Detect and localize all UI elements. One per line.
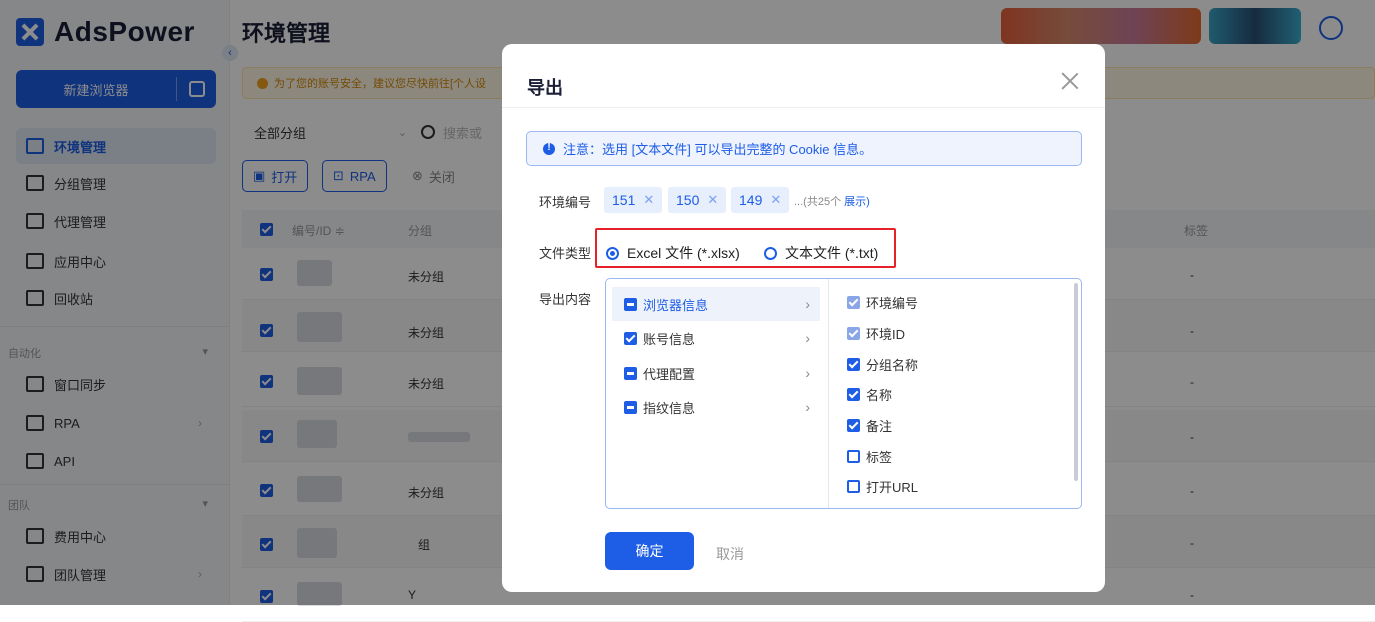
filetype-label: 文件类型: [539, 246, 592, 261]
content-label: 导出内容: [539, 292, 592, 307]
category-fingerprint-info[interactable]: 指纹信息 ›: [612, 390, 820, 424]
divider: [502, 107, 1105, 108]
option-label: 标签: [866, 450, 893, 465]
category-label: 代理配置: [643, 366, 696, 382]
checkbox-indeterminate[interactable]: [624, 297, 637, 311]
env-tag: 149 ✕: [731, 187, 790, 213]
checkbox-checked[interactable]: [624, 331, 637, 345]
export-content-panel: 浏览器信息 › 账号信息 › 代理配置 › 指纹信息 › 环境编号 环境ID 分…: [605, 278, 1082, 509]
cancel-button[interactable]: 取消: [716, 544, 744, 564]
export-dialog: 导出 注意：选用 [文本文件] 可以导出完整的 Cookie 信息。 环境编号 …: [502, 44, 1105, 592]
option-tags[interactable]: 标签: [847, 447, 892, 466]
close-icon[interactable]: [1059, 70, 1081, 92]
show-all-link[interactable]: 展示): [844, 196, 870, 208]
category-proxy-config[interactable]: 代理配置 ›: [612, 356, 820, 390]
env-tag: 151 ✕: [604, 187, 663, 213]
env-tag-text: 151: [612, 192, 636, 208]
option-env-id: 环境ID: [847, 324, 905, 343]
chevron-right-icon: ›: [805, 330, 810, 346]
remove-tag-icon[interactable]: ✕: [643, 192, 654, 208]
chevron-right-icon: ›: [805, 296, 810, 312]
checkbox-unchecked[interactable]: [847, 480, 860, 493]
env-tag-text: 149: [739, 192, 763, 208]
checkbox-unchecked[interactable]: [847, 450, 860, 463]
option-env-number: 环境编号: [847, 293, 918, 312]
divider: [828, 279, 829, 508]
remove-tag-icon[interactable]: ✕: [770, 192, 781, 208]
checkbox-checked[interactable]: [847, 388, 860, 401]
env-more-text: ...(共25个 展示): [794, 193, 870, 209]
category-label: 浏览器信息: [643, 297, 709, 313]
option-label: 名称: [866, 388, 893, 403]
option-name[interactable]: 名称: [847, 385, 892, 404]
option-remark[interactable]: 备注: [847, 416, 892, 435]
chevron-right-icon: ›: [805, 399, 810, 415]
radio-txt[interactable]: 文本文件 (*.txt): [764, 243, 878, 263]
checkbox-disabled-checked: [847, 327, 860, 340]
remove-tag-icon[interactable]: ✕: [707, 192, 718, 208]
category-browser-info[interactable]: 浏览器信息 ›: [612, 287, 820, 321]
confirm-button[interactable]: 确定: [605, 532, 694, 570]
checkbox-checked[interactable]: [847, 358, 860, 371]
info-text: 注意：选用 [文本文件] 可以导出完整的 Cookie 信息。: [563, 142, 873, 157]
option-open-url[interactable]: 打开URL: [847, 477, 918, 496]
cookie-info-banner: 注意：选用 [文本文件] 可以导出完整的 Cookie 信息。: [526, 131, 1082, 166]
option-group-name[interactable]: 分组名称: [847, 355, 918, 374]
checkbox-disabled-checked: [847, 296, 860, 309]
option-label: 分组名称: [866, 358, 919, 373]
info-icon: [543, 142, 555, 155]
env-tag-text: 150: [676, 192, 700, 208]
checkbox-checked[interactable]: [847, 419, 860, 432]
chevron-right-icon: ›: [805, 365, 810, 381]
dialog-title: 导出: [527, 78, 563, 98]
category-label: 指纹信息: [643, 400, 696, 416]
option-label: 环境编号: [866, 296, 919, 311]
radio-excel[interactable]: Excel 文件 (*.xlsx): [606, 243, 740, 263]
checkbox-indeterminate[interactable]: [624, 366, 637, 380]
radio-label: Excel 文件 (*.xlsx): [627, 245, 740, 261]
env-tag: 150 ✕: [668, 187, 727, 213]
option-label: 打开URL: [866, 480, 919, 495]
checkbox-indeterminate[interactable]: [624, 400, 637, 414]
scrollbar[interactable]: [1074, 283, 1078, 481]
option-label: 备注: [866, 419, 893, 434]
category-account-info[interactable]: 账号信息 ›: [612, 321, 820, 355]
radio-checked-icon: [606, 246, 619, 260]
option-label: 环境ID: [866, 327, 906, 342]
category-label: 账号信息: [643, 331, 696, 347]
radio-label: 文本文件 (*.txt): [785, 245, 879, 261]
env-count: ...(共25个: [794, 196, 842, 208]
radio-unchecked-icon: [764, 246, 777, 260]
env-id-label: 环境编号: [539, 195, 592, 210]
